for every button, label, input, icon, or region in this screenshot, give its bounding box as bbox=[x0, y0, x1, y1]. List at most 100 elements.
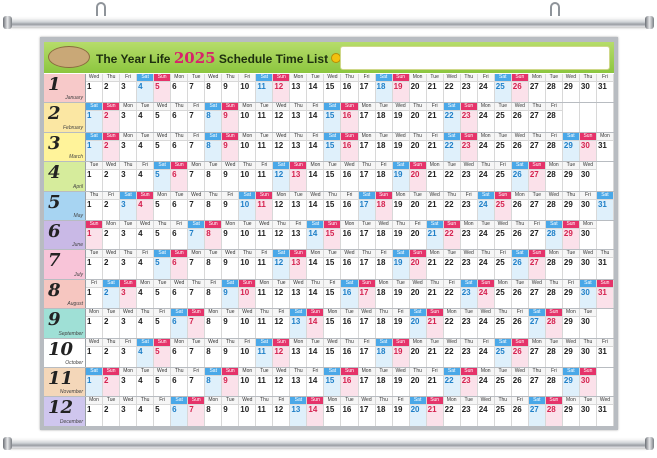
day-number: 19 bbox=[393, 405, 403, 415]
day-number: 27 bbox=[529, 405, 539, 415]
day-cells: Wed 1 Thu 2 Fri 3 Sat 4 Sun 5 Mon 6 Tue 7 Wed 8 Thu 9 Fri 1… bbox=[86, 338, 614, 367]
weekday-label: Tue bbox=[358, 220, 375, 229]
day-number: 24 bbox=[478, 111, 488, 121]
day-number: 11 bbox=[257, 170, 266, 180]
weekday-label: Mon bbox=[188, 162, 205, 171]
weekday-label: Wed bbox=[562, 338, 579, 347]
weekday-label: Mon bbox=[545, 250, 562, 259]
day-cell: Tue 3 bbox=[120, 220, 138, 250]
day-cell: Tue 25 bbox=[494, 367, 512, 397]
day-number: 6 bbox=[172, 317, 177, 327]
day-number: 15 bbox=[325, 317, 335, 327]
month-number: 8 bbox=[48, 279, 61, 301]
weekday-label: Mon bbox=[324, 309, 341, 318]
day-number: 8 bbox=[206, 405, 211, 415]
day-cells: Tue 1 Wed 2 Thu 3 Fri 4 Sat 5 Sun 6 Mon 7 Tue 8 Wed 9 Thu 1… bbox=[86, 162, 614, 191]
day-number: 11 bbox=[257, 82, 266, 91]
weekday-label: Wed bbox=[545, 191, 562, 200]
day-cell: Thu 19 bbox=[392, 220, 410, 250]
day-cell: Fri 9 bbox=[222, 191, 240, 220]
weekday-label: Mon bbox=[426, 250, 443, 259]
day-cell: Fri 23 bbox=[460, 191, 478, 220]
weekday-label: Thu bbox=[426, 279, 443, 288]
weekday-label: Mon bbox=[511, 191, 528, 200]
weekday-label: Thu bbox=[137, 397, 154, 406]
weekday-label: Sat bbox=[528, 397, 545, 406]
day-cell: Tue 28 bbox=[545, 74, 563, 103]
day-cell: Sat 1 bbox=[86, 367, 104, 397]
weekday-label: Sat bbox=[137, 74, 154, 82]
day-cell: Sat 4 bbox=[137, 74, 155, 103]
weekday-label: Fri bbox=[545, 132, 562, 141]
day-number: 9 bbox=[223, 346, 228, 356]
month-name: August bbox=[67, 301, 83, 308]
day-number: 31 bbox=[597, 346, 607, 356]
day-number: 1 bbox=[87, 375, 92, 385]
day-number: 12 bbox=[274, 375, 284, 385]
day-number: 9 bbox=[223, 405, 228, 415]
day-cell bbox=[597, 103, 614, 132]
month-row: 12 December Mon 1 Tue 2 Wed 3 Thu 4 Fri 5 Sat 6 Sun 7 Mo… bbox=[44, 397, 614, 427]
weekday-label: Tue bbox=[154, 279, 171, 288]
day-cell: Sat 6 bbox=[171, 397, 189, 426]
day-number: 29 bbox=[563, 317, 573, 327]
day-number: 19 bbox=[393, 111, 403, 121]
weekday-label: Fri bbox=[120, 74, 137, 82]
day-cell: Wed 1 bbox=[86, 338, 104, 367]
day-cell: Wed 5 bbox=[154, 367, 172, 397]
weekday-label: Sat bbox=[562, 132, 579, 141]
day-cell: Sun 24 bbox=[477, 279, 495, 309]
month-number: 12 bbox=[48, 397, 74, 419]
weekday-label: Tue bbox=[256, 132, 273, 141]
day-cell: Fri 15 bbox=[324, 279, 342, 309]
day-cell: Fri 17 bbox=[358, 74, 376, 103]
day-number: 25 bbox=[495, 140, 505, 150]
weekday-label: Thu bbox=[409, 132, 426, 141]
month-name: September bbox=[58, 330, 83, 337]
weekday-label: Sun bbox=[103, 132, 120, 141]
weekday-label: Sun bbox=[273, 338, 290, 347]
weekday-label: Fri bbox=[375, 162, 392, 171]
weekday-label: Tue bbox=[239, 220, 256, 229]
day-number: 21 bbox=[427, 82, 437, 91]
day-number: 18 bbox=[376, 405, 386, 415]
day-cell: Fri 29 bbox=[562, 279, 580, 309]
weekday-label: Thu bbox=[222, 74, 239, 82]
day-cell: Wed 23 bbox=[460, 250, 478, 279]
day-cell: Thu 3 bbox=[120, 250, 138, 279]
day-cell: Sat 5 bbox=[154, 250, 172, 279]
day-cell: Mon 17 bbox=[358, 367, 376, 397]
day-cell: Sat 29 bbox=[562, 132, 580, 162]
day-cell: Tue 7 bbox=[188, 74, 206, 103]
day-cell: Fri 2 bbox=[103, 191, 121, 220]
weekday-label: Mon bbox=[443, 309, 460, 318]
weekday-label: Fri bbox=[426, 103, 443, 112]
day-number: 12 bbox=[274, 287, 284, 297]
day-number: 15 bbox=[325, 258, 335, 268]
day-cell: Thu 28 bbox=[545, 279, 563, 309]
day-number: 17 bbox=[359, 170, 369, 180]
day-cell: Sat 14 bbox=[307, 220, 325, 250]
day-cell: Thu 11 bbox=[256, 309, 274, 338]
weekday-label: Thu bbox=[239, 250, 256, 259]
day-number: 10 bbox=[240, 287, 250, 297]
day-number: 17 bbox=[359, 346, 369, 356]
day-number: 17 bbox=[359, 82, 369, 91]
day-number: 10 bbox=[240, 82, 250, 91]
day-number: 29 bbox=[563, 199, 573, 209]
day-cell: Mon 25 bbox=[494, 279, 512, 309]
day-number: 30 bbox=[580, 170, 590, 180]
day-cell: Tue 18 bbox=[375, 103, 393, 132]
weekday-label: Sat bbox=[341, 279, 358, 288]
day-number: 11 bbox=[257, 317, 266, 327]
weekday-label: Sun bbox=[188, 309, 205, 318]
day-cell: Fri 10 bbox=[239, 338, 257, 367]
weekday-label: Tue bbox=[290, 191, 307, 200]
day-cell: Wed 8 bbox=[205, 74, 223, 103]
weekday-label: Wed bbox=[86, 74, 103, 82]
weekday-label: Fri bbox=[188, 367, 205, 376]
day-cell: Mon 14 bbox=[307, 250, 325, 279]
weekday-label: Mon bbox=[239, 132, 256, 141]
day-cell: Sun 16 bbox=[341, 103, 359, 132]
weekday-label: Sun bbox=[341, 132, 358, 141]
